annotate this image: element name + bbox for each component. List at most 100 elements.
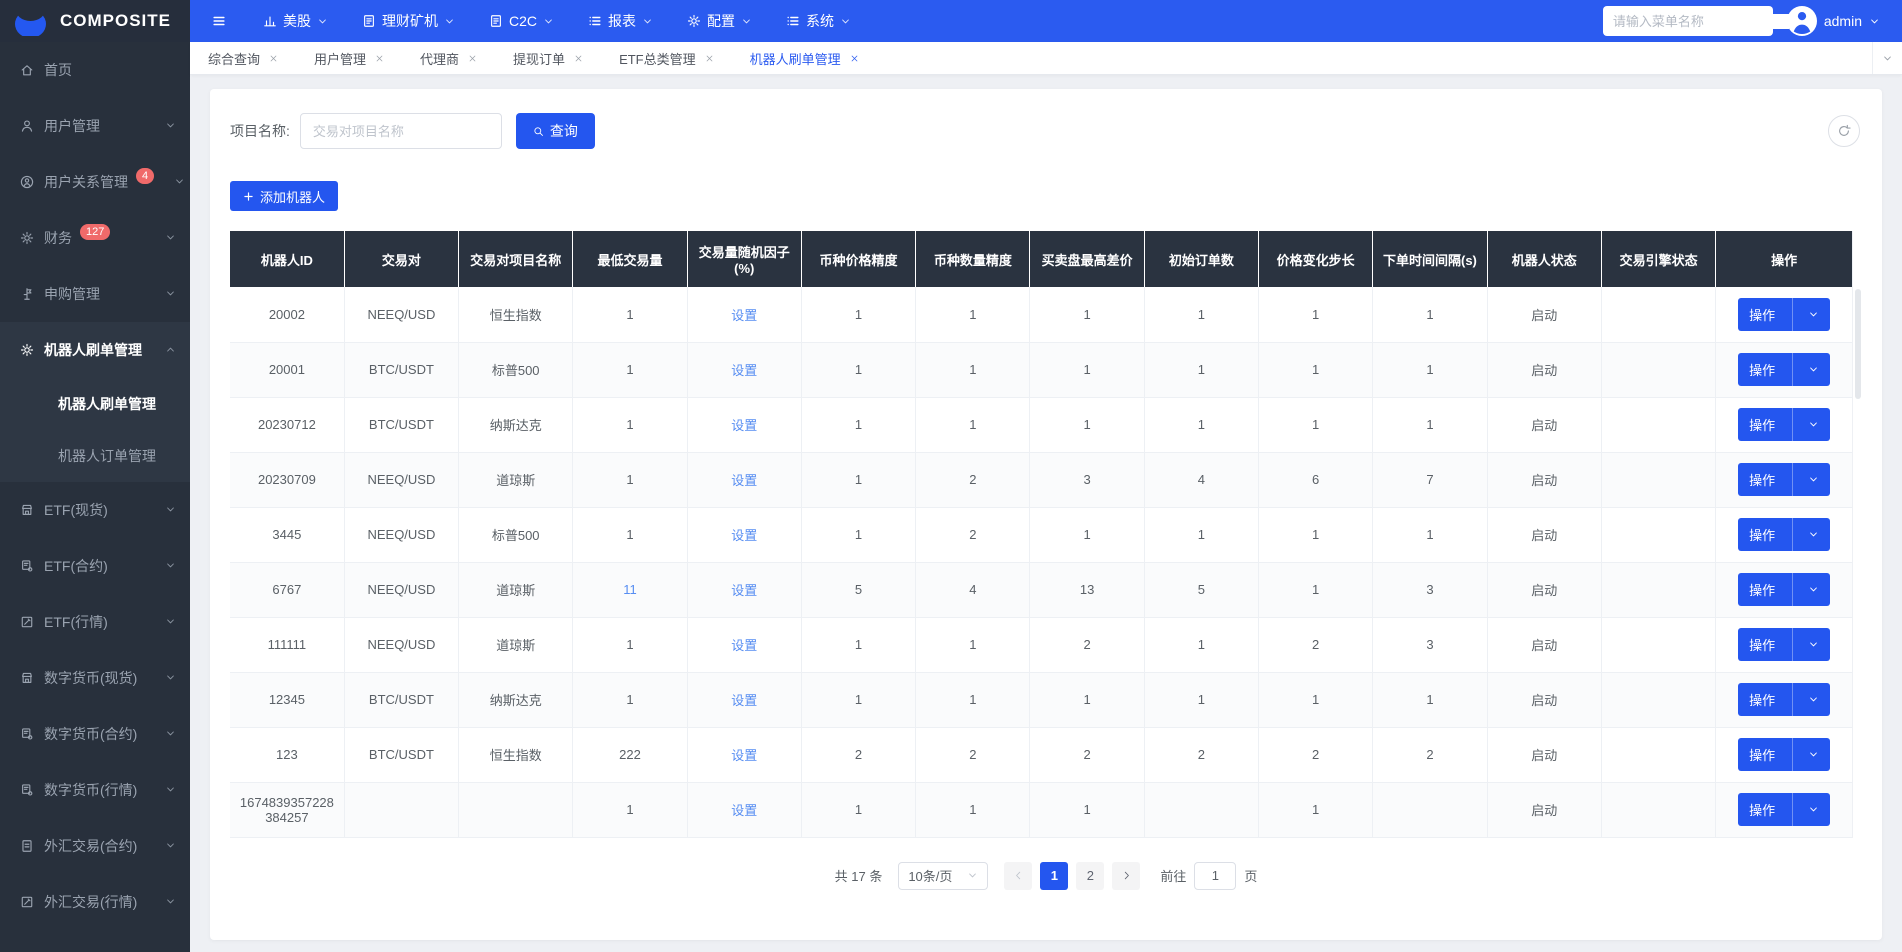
prev-page-button[interactable] — [1004, 861, 1033, 890]
sidebar-item-3[interactable]: 财务 127 — [0, 210, 190, 266]
content-area: 项目名称: 查询 添加机器人 机器人ID交易对交易对项目名称最低交易量交易量随机… — [190, 75, 1902, 952]
nav-menu-4[interactable]: 配置 — [687, 11, 752, 31]
cell-qty-precision: 1 — [915, 672, 1031, 728]
chevron-down-icon — [1810, 697, 1818, 702]
tab-5[interactable]: 机器人刷单管理 — [750, 49, 859, 68]
sidebar-item-1[interactable]: 用户管理 — [0, 98, 190, 154]
tab-label: ETF总类管理 — [619, 51, 696, 67]
tab-1[interactable]: 用户管理 — [314, 49, 384, 68]
next-page-button[interactable] — [1112, 861, 1141, 890]
cell-action: 操作 — [1715, 507, 1853, 563]
settings-link[interactable]: 设置 — [731, 308, 757, 323]
sidebar-subitem-0[interactable]: 机器人刷单管理 — [0, 378, 190, 430]
notification-badge: 127 — [80, 224, 111, 240]
cell-min-volume: 11 — [572, 562, 688, 618]
project-name-input[interactable] — [299, 113, 502, 149]
cell-price-step: 6 — [1258, 452, 1374, 508]
settings-link[interactable]: 设置 — [731, 748, 757, 763]
action-dropdown-button[interactable]: 操作 — [1738, 573, 1831, 606]
cell-min-volume: 1 — [572, 452, 688, 508]
menu-search-box[interactable] — [1602, 6, 1789, 36]
close-icon[interactable] — [574, 54, 583, 63]
action-dropdown-button[interactable]: 操作 — [1738, 628, 1831, 661]
tab-3[interactable]: 提现订单 — [513, 49, 583, 68]
sidebar-item-5[interactable]: 机器人刷单管理 — [0, 322, 190, 378]
sidebar-item-10[interactable]: 数字货币(合约) — [0, 706, 190, 762]
chevron-down-icon — [1810, 367, 1818, 372]
nav-menu-5[interactable]: 系统 — [786, 11, 851, 31]
action-dropdown-button[interactable]: 操作 — [1738, 683, 1831, 716]
action-dropdown-button[interactable]: 操作 — [1738, 408, 1831, 441]
username: admin — [1823, 13, 1862, 29]
cell-init-orders: 1 — [1144, 617, 1260, 673]
close-icon[interactable] — [850, 54, 859, 63]
page-size-select[interactable]: 10条/页 — [898, 861, 989, 890]
sidebar-item-11[interactable]: 数字货币(行情) — [0, 762, 190, 818]
chevron-left-icon — [1015, 871, 1021, 880]
cell-robot-status: 启动 — [1487, 782, 1602, 838]
cell-max-spread: 2 — [1029, 617, 1145, 673]
action-dropdown-button[interactable]: 操作 — [1738, 297, 1831, 331]
settings-link[interactable]: 设置 — [731, 583, 757, 598]
settings-link[interactable]: 设置 — [731, 418, 757, 433]
table-scrollbar[interactable] — [1852, 231, 1862, 838]
sidebar-item-13[interactable]: 外汇交易(行情) — [0, 874, 190, 930]
cell-price-precision: 5 — [801, 562, 917, 618]
action-dropdown-button[interactable]: 操作 — [1738, 463, 1831, 496]
sidebar-item-4[interactable]: 申购管理 — [0, 266, 190, 322]
action-dropdown-button[interactable]: 操作 — [1738, 518, 1831, 551]
nav-menu-2[interactable]: C2C — [489, 13, 554, 29]
cell-robot-status: 启动 — [1487, 452, 1602, 508]
page-button-1[interactable]: 1 — [1040, 861, 1069, 890]
user-menu[interactable]: admin — [1786, 6, 1880, 36]
sidebar-item-8[interactable]: ETF(行情) — [0, 594, 190, 650]
settings-link[interactable]: 设置 — [731, 803, 757, 818]
sidebar-item-label: 数字货币(行情) — [44, 782, 138, 798]
cell-robot-status: 启动 — [1487, 397, 1602, 453]
tab-overflow-button[interactable] — [1872, 42, 1902, 74]
close-icon[interactable] — [468, 54, 477, 63]
close-icon[interactable] — [269, 54, 278, 63]
tab-2[interactable]: 代理商 — [420, 49, 477, 68]
action-dropdown-button[interactable]: 操作 — [1738, 793, 1831, 826]
sidebar-item-9[interactable]: 数字货币(现货) — [0, 650, 190, 706]
sidebar-item-2[interactable]: 用户关系管理 4 — [0, 154, 190, 210]
column-header: 初始订单数 — [1144, 231, 1260, 287]
chevron-down-icon — [167, 787, 174, 792]
settings-link[interactable]: 设置 — [731, 473, 757, 488]
sidebar-item-0[interactable]: 首页 — [0, 42, 190, 98]
close-icon[interactable] — [705, 54, 714, 63]
chevron-down-icon — [167, 235, 174, 240]
gear-icon — [687, 14, 701, 28]
search-icon — [534, 126, 543, 136]
cell-robot-id: 1674839357228384257 — [230, 782, 345, 838]
sidebar-subitem-1[interactable]: 机器人订单管理 — [0, 430, 190, 482]
settings-link[interactable]: 设置 — [731, 638, 757, 653]
nav-menu-0[interactable]: 美股 — [263, 11, 328, 31]
cell-init-orders — [1144, 782, 1260, 838]
goto-page-input[interactable] — [1194, 861, 1237, 890]
nav-menu-3[interactable]: 报表 — [588, 11, 653, 31]
menu-search-input[interactable] — [1612, 13, 1789, 29]
settings-link[interactable]: 设置 — [731, 528, 757, 543]
action-dropdown-button[interactable]: 操作 — [1738, 738, 1831, 771]
close-icon[interactable] — [375, 54, 384, 63]
shop-icon — [22, 672, 32, 683]
tab-4[interactable]: ETF总类管理 — [619, 49, 714, 68]
page-button-2[interactable]: 2 — [1076, 861, 1105, 890]
settings-link[interactable]: 设置 — [731, 693, 757, 708]
query-button[interactable]: 查询 — [515, 113, 595, 149]
refresh-button[interactable] — [1828, 115, 1860, 147]
action-dropdown-button[interactable]: 操作 — [1738, 353, 1831, 386]
sidebar-item-6[interactable]: ETF(现货) — [0, 482, 190, 538]
gear-icon — [20, 231, 34, 245]
table-row: 20002 NEEQ/USD 恒生指数 1 设置 1 1 1 1 1 1 启动 操作 — [230, 287, 1853, 343]
add-robot-button[interactable]: 添加机器人 — [230, 181, 339, 211]
tab-0[interactable]: 综合查询 — [208, 49, 278, 68]
hamburger-toggle[interactable] — [212, 14, 226, 28]
nav-menu-1[interactable]: 理财矿机 — [362, 11, 455, 31]
cell-price-step: 1 — [1258, 507, 1374, 563]
sidebar-item-12[interactable]: 外汇交易(合约) — [0, 818, 190, 874]
sidebar-item-7[interactable]: ETF(合约) — [0, 538, 190, 594]
settings-link[interactable]: 设置 — [731, 363, 757, 378]
